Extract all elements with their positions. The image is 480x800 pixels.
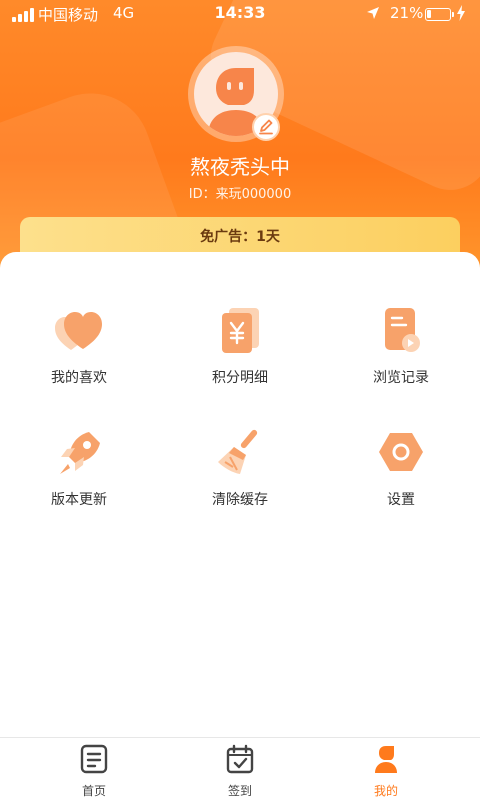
- heart-icon: [55, 312, 102, 350]
- menu-item-history[interactable]: 浏览记录: [326, 305, 476, 387]
- menu-item-label: 版本更新: [51, 492, 107, 508]
- tab-label: 签到: [227, 784, 252, 798]
- tab-home[interactable]: 首页: [14, 738, 174, 800]
- menu-item-settings[interactable]: 设置: [326, 427, 476, 509]
- user-id: ID：来玩000000: [188, 187, 292, 202]
- menu-item-label: 浏览记录: [373, 370, 429, 386]
- tab-label: 首页: [81, 784, 106, 798]
- rocket-icon: [60, 432, 100, 474]
- username: 熬夜秃头中: [190, 155, 290, 179]
- person-icon: [375, 746, 397, 773]
- broom-icon: [218, 429, 258, 474]
- menu-item-favorites[interactable]: 我的喜欢: [4, 305, 154, 387]
- tab-label: 我的: [373, 784, 398, 798]
- menu-item-points[interactable]: 积分明细: [165, 305, 315, 387]
- menu-item-update[interactable]: 版本更新: [4, 427, 154, 509]
- ad-free-text: 免广告：1天: [200, 229, 280, 245]
- battery-icon: [425, 8, 454, 21]
- menu-item-label: 我的喜欢: [51, 370, 107, 386]
- hex-gear-icon: [379, 433, 423, 471]
- edit-avatar-button[interactable]: [252, 113, 280, 141]
- battery-percent: 21%: [390, 4, 424, 22]
- tab-checkin[interactable]: 签到: [160, 738, 320, 800]
- yuan-receipt-icon: [222, 308, 259, 353]
- tab-mine[interactable]: 我的: [306, 738, 466, 800]
- history-document-icon: [385, 308, 420, 352]
- charging-bolt-icon: [457, 5, 465, 21]
- pencil-icon: [259, 119, 273, 135]
- calendar-check-icon: [226, 744, 254, 774]
- menu-panel: 我的喜欢 积分明细 浏览记录 版本更新 清除缓存 设置: [0, 252, 480, 737]
- location-arrow-icon: [367, 7, 379, 19]
- menu-item-label: 清除缓存: [212, 492, 268, 508]
- menu-item-label: 积分明细: [212, 370, 268, 386]
- bottom-tab-bar: 首页 签到 我的: [0, 737, 480, 800]
- document-list-icon: [80, 744, 108, 774]
- menu-item-clear-cache[interactable]: 清除缓存: [165, 427, 315, 509]
- menu-item-label: 设置: [387, 492, 415, 508]
- status-bar: 中国移动 4G 14:33 21%: [0, 0, 480, 28]
